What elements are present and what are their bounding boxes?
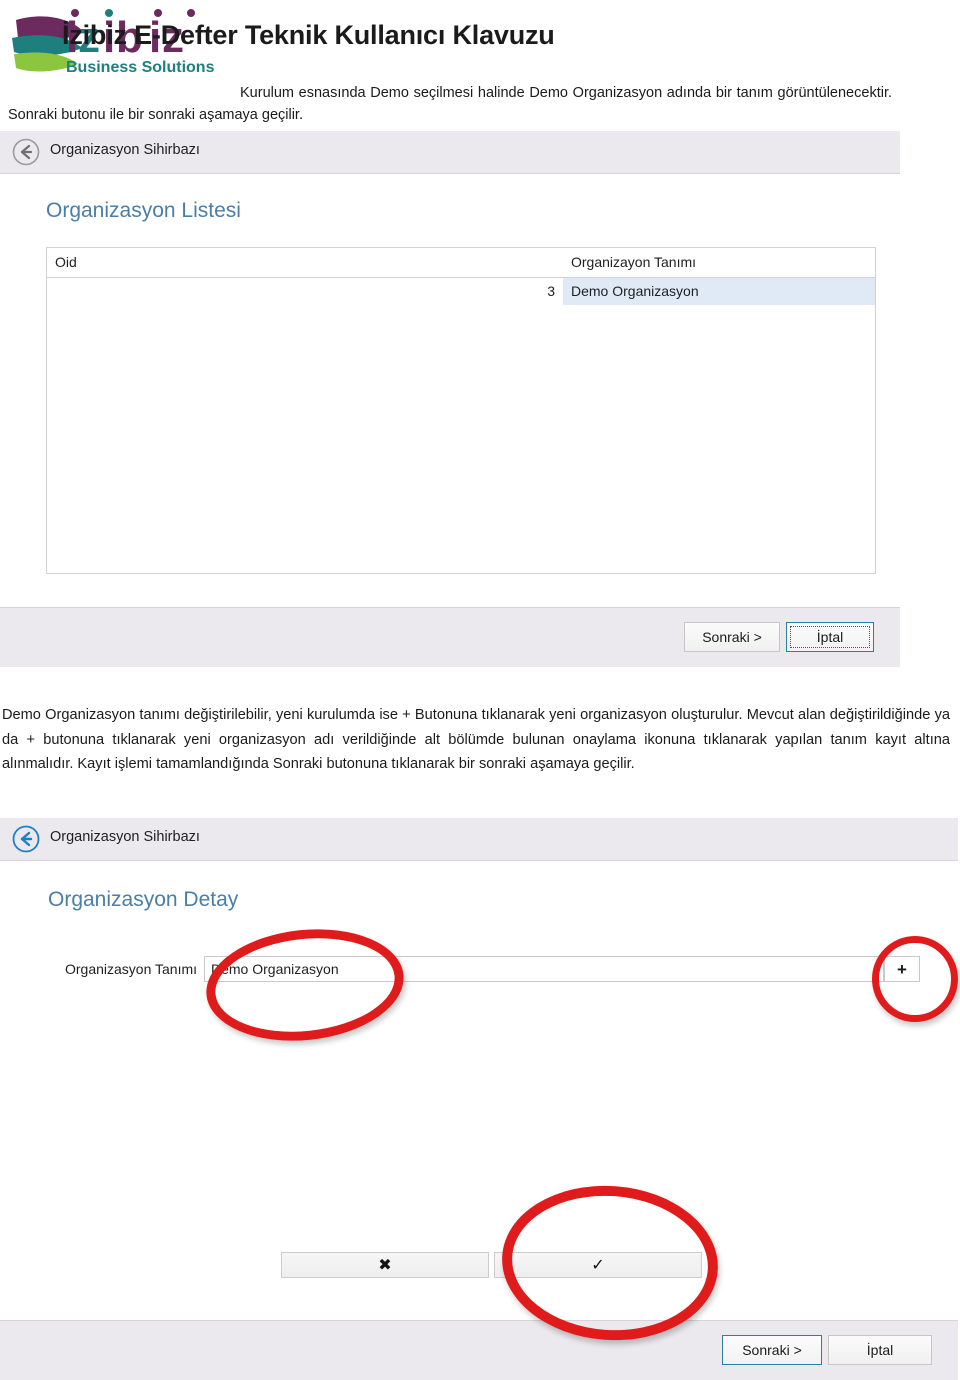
cell-organizasyon-tanimi: Demo Organizasyon bbox=[563, 277, 875, 305]
document-header: i z i b i z Business Solutions İzibiz E-… bbox=[0, 0, 960, 78]
organizasyon-tanimi-label: Organizasyon Tanımı bbox=[65, 961, 198, 977]
wizard-title-list: Organizasyon Sihirbazı bbox=[50, 142, 200, 158]
organization-table[interactable]: Oid Organizayon Tanımı 3 Demo Organizasy… bbox=[46, 247, 876, 574]
wizard-top-bar-list: Organizasyon Sihirbazı bbox=[0, 131, 900, 174]
cancel-button-detail[interactable]: İptal bbox=[828, 1335, 932, 1365]
cell-oid: 3 bbox=[47, 277, 563, 305]
back-arrow-icon[interactable] bbox=[12, 138, 40, 166]
wizard-footer-detail: Sonraki > İptal bbox=[0, 1320, 958, 1380]
section-heading-list: Organizasyon Listesi bbox=[46, 199, 241, 222]
screenshot-organization-detail: Organizasyon Sihirbazı Organizasyon Deta… bbox=[0, 818, 958, 1380]
confirm-button[interactable]: ✓ bbox=[494, 1252, 702, 1278]
section-heading-detail: Organizasyon Detay bbox=[48, 888, 239, 911]
focus-dash-border bbox=[790, 626, 870, 648]
wizard-footer-list: Sonraki > İptal bbox=[0, 607, 900, 667]
page-title: İzibiz E-Defter Teknik Kullanıcı Klavuzu bbox=[62, 20, 555, 50]
next-button-detail[interactable]: Sonraki > bbox=[722, 1335, 822, 1365]
wizard-title-detail: Organizasyon Sihirbazı bbox=[50, 829, 200, 845]
back-arrow-icon[interactable] bbox=[12, 825, 40, 853]
table-row[interactable]: 3 Demo Organizasyon bbox=[47, 277, 875, 305]
intro-paragraph: Kurulum esnasında Demo seçilmesi halinde… bbox=[8, 82, 892, 126]
column-header-organizasyon-tanimi[interactable]: Organizayon Tanımı bbox=[563, 248, 875, 278]
screenshot-organization-list: Organizasyon Sihirbazı Organizasyon List… bbox=[0, 131, 900, 667]
next-button-list[interactable]: Sonraki > bbox=[684, 622, 780, 652]
add-organization-button[interactable]: + bbox=[884, 956, 920, 982]
cancel-button[interactable]: ✖ bbox=[281, 1252, 489, 1278]
logo-tagline: Business Solutions bbox=[66, 59, 215, 76]
cancel-button-list[interactable]: İptal bbox=[786, 622, 874, 652]
intro-paragraph-text: Kurulum esnasında Demo seçilmesi halinde… bbox=[8, 85, 892, 123]
table-header-row: Oid Organizayon Tanımı bbox=[47, 248, 875, 278]
wizard-top-bar-detail: Organizasyon Sihirbazı bbox=[0, 818, 958, 861]
middle-paragraph: Demo Organizasyon tanımı değiştirilebili… bbox=[2, 707, 950, 772]
column-header-oid[interactable]: Oid bbox=[47, 248, 563, 278]
next-button-detail-label: Sonraki > bbox=[742, 1342, 802, 1358]
organizasyon-tanimi-input[interactable] bbox=[204, 956, 884, 982]
